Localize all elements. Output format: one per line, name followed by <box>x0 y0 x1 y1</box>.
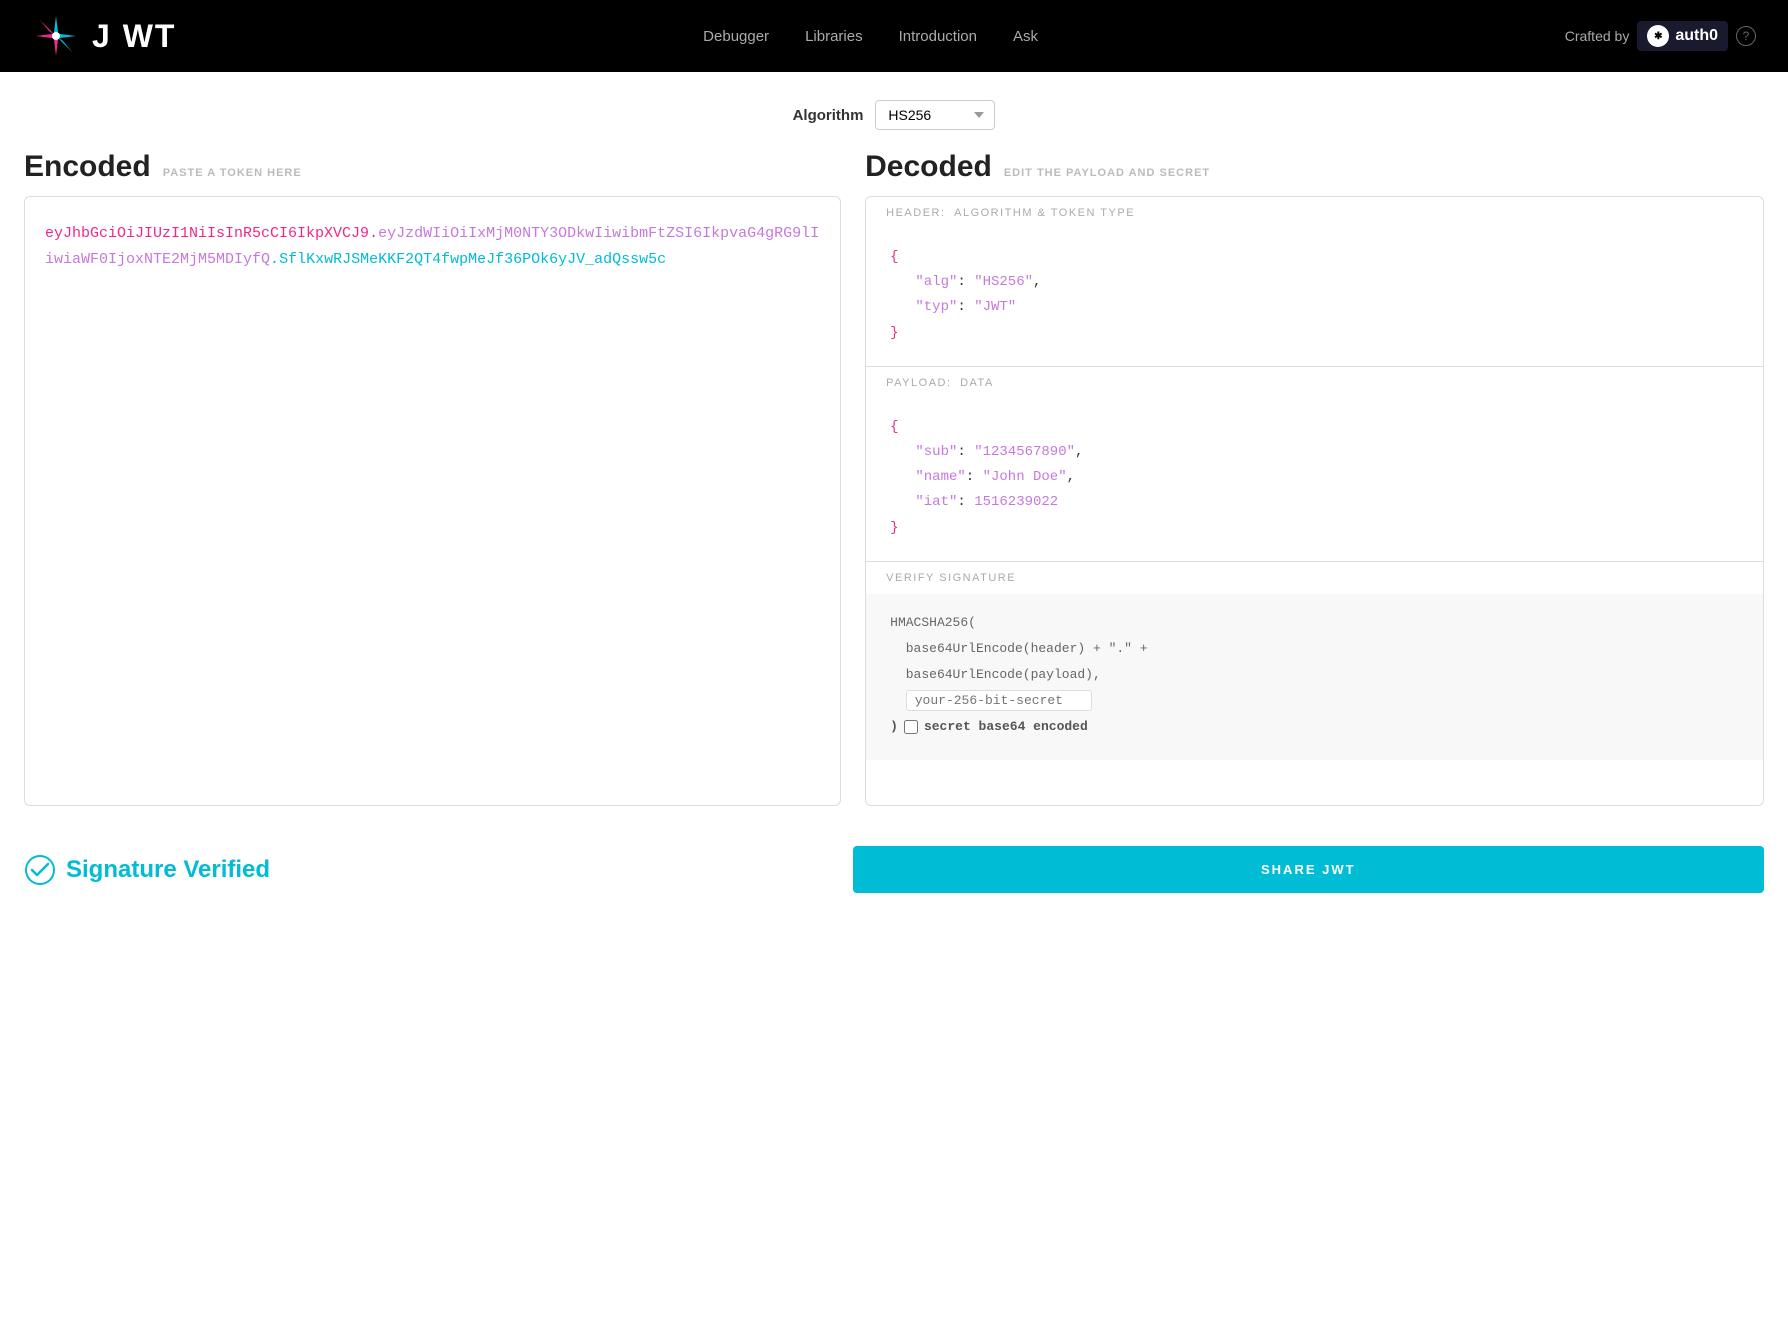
payload-name-key: "name" <box>915 469 965 485</box>
payload-iat-key: "iat" <box>915 494 957 510</box>
bottom-bar: Signature Verified SHARE JWT <box>0 830 1788 909</box>
decoded-title: Decoded <box>865 150 992 184</box>
b64-row: ) secret base64 encoded <box>890 714 1739 740</box>
payload-sub-key: "sub" <box>915 444 957 460</box>
b64-checkbox[interactable] <box>904 720 918 734</box>
verify-line1: base64UrlEncode(header) + "." + <box>906 641 1148 656</box>
header-block: HEADER: ALGORITHM & TOKEN TYPE { "alg": … <box>866 197 1763 367</box>
encoded-subtitle: PASTE A TOKEN HERE <box>163 167 302 179</box>
token-dot2: . <box>270 251 279 268</box>
hmac-fn: HMACSHA256( <box>890 615 976 630</box>
payload-block: PAYLOAD: DATA { "sub": "1234567890", "na… <box>866 367 1763 562</box>
decoded-panel: Decoded EDIT THE PAYLOAD AND SECRET HEAD… <box>865 150 1764 806</box>
decoded-section: HEADER: ALGORITHM & TOKEN TYPE { "alg": … <box>865 196 1764 806</box>
logo-link[interactable]: J WT <box>32 12 176 60</box>
header-close-brace: } <box>890 325 898 341</box>
jwt-logo-icon <box>32 12 80 60</box>
encoded-panel: Encoded PASTE A TOKEN HERE eyJhbGciOiJIU… <box>24 150 841 806</box>
secret-input[interactable] <box>906 690 1092 711</box>
header-block-label: HEADER: ALGORITHM & TOKEN TYPE <box>866 197 1763 229</box>
decoded-subtitle: EDIT THE PAYLOAD AND SECRET <box>1004 167 1210 179</box>
verify-close-paren: ) <box>890 714 898 740</box>
logo-text: J WT <box>92 18 176 55</box>
nav-libraries[interactable]: Libraries <box>805 28 863 45</box>
verified-text: Signature Verified <box>66 856 270 884</box>
payload-iat-value: 1516239022 <box>974 494 1058 510</box>
auth0-badge: ✱ auth0 <box>1637 21 1728 51</box>
navbar-nav: Debugger Libraries Introduction Ask <box>703 28 1038 45</box>
verified-icon <box>24 854 56 886</box>
encoded-title: Encoded <box>24 150 151 184</box>
header-alg-value: "HS256" <box>974 274 1033 290</box>
verify-line2: base64UrlEncode(payload), <box>906 667 1101 682</box>
encoded-token-box[interactable]: eyJhbGciOiJIUzI1NiIsInR5cCI6IkpXVCJ9.eyJ… <box>24 196 841 806</box>
token-dot1: . <box>369 225 378 242</box>
header-alg-key: "alg" <box>915 274 957 290</box>
header-block-content[interactable]: { "alg": "HS256", "typ": "JWT" } <box>866 229 1763 366</box>
nav-introduction[interactable]: Introduction <box>899 28 977 45</box>
decoded-header: Decoded EDIT THE PAYLOAD AND SECRET <box>865 150 1764 184</box>
crafted-by-text: Crafted by <box>1565 28 1630 44</box>
signature-verified: Signature Verified <box>24 854 853 886</box>
auth0-text: auth0 <box>1675 27 1718 45</box>
payload-block-content[interactable]: { "sub": "1234567890", "name": "John Doe… <box>866 399 1763 561</box>
header-typ-value: "JWT" <box>974 299 1016 315</box>
main-content: Encoded PASTE A TOKEN HERE eyJhbGciOiJIU… <box>0 150 1788 830</box>
token-signature-part: SflKxwRJSMeKKF2QT4fwpMeJf36POk6yJV_adQss… <box>279 251 666 268</box>
b64-label: secret base64 encoded <box>924 714 1088 740</box>
navbar: J WT Debugger Libraries Introduction Ask… <box>0 0 1788 72</box>
payload-name-value: "John Doe" <box>983 469 1067 485</box>
payload-close-brace: } <box>890 520 898 536</box>
token-header-part: eyJhbGciOiJIUzI1NiIsInR5cCI6IkpXVCJ9 <box>45 225 369 242</box>
payload-sub-value: "1234567890" <box>974 444 1075 460</box>
help-icon[interactable]: ? <box>1736 26 1756 46</box>
share-jwt-button[interactable]: SHARE JWT <box>853 846 1764 893</box>
algorithm-row: Algorithm HS256 HS384 HS512 RS256 RS384 … <box>0 72 1788 150</box>
algorithm-label: Algorithm <box>793 107 864 124</box>
auth0-logo-icon: ✱ <box>1647 25 1669 47</box>
header-open-brace: { <box>890 249 898 265</box>
algorithm-select[interactable]: HS256 HS384 HS512 RS256 RS384 RS512 <box>875 100 995 130</box>
nav-debugger[interactable]: Debugger <box>703 28 769 45</box>
payload-open-brace: { <box>890 419 898 435</box>
nav-ask[interactable]: Ask <box>1013 28 1038 45</box>
encoded-header: Encoded PASTE A TOKEN HERE <box>24 150 841 184</box>
verify-block-content: HMACSHA256( base64UrlEncode(header) + ".… <box>866 594 1763 760</box>
navbar-right: Crafted by ✱ auth0 ? <box>1565 21 1756 51</box>
payload-block-label: PAYLOAD: DATA <box>866 367 1763 399</box>
verify-block: VERIFY SIGNATURE HMACSHA256( base64UrlEn… <box>866 562 1763 805</box>
verify-block-label: VERIFY SIGNATURE <box>866 562 1763 594</box>
header-typ-key: "typ" <box>915 299 957 315</box>
